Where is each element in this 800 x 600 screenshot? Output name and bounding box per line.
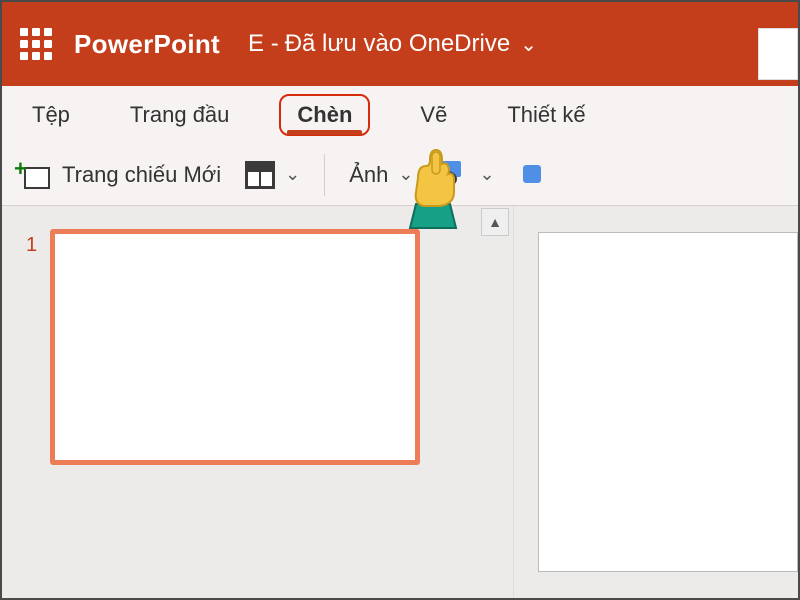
tab-design[interactable]: Thiết kế (497, 94, 595, 136)
chevron-down-icon: ⌄ (398, 164, 413, 185)
slide-thumbnail[interactable] (51, 230, 419, 464)
ribbon-toolbar: + Trang chiếu Mới ⌄ Ảnh ⌄ ⌄ (2, 144, 798, 206)
addins-icon (519, 161, 547, 189)
tab-home[interactable]: Trang đầu (120, 94, 239, 136)
share-button-partial[interactable] (758, 28, 798, 80)
shapes-icon (437, 161, 469, 189)
app-name: PowerPoint (74, 29, 220, 60)
scrollbar-up-button[interactable]: ▲ (481, 208, 509, 236)
new-slide-button[interactable]: + Trang chiếu Mới (18, 161, 221, 189)
slide-number: 1 (26, 234, 37, 464)
pictures-label: Ảnh (349, 162, 388, 188)
slide-thumbnail-row[interactable]: 1 (26, 230, 483, 464)
tab-file[interactable]: Tệp (22, 94, 80, 136)
doc-prefix: E - (248, 30, 279, 58)
new-slide-label: Trang chiếu Mới (62, 162, 221, 188)
slide-canvas[interactable] (538, 232, 798, 572)
shapes-button[interactable]: ⌄ (437, 161, 494, 189)
slide-canvas-area (514, 206, 798, 598)
chevron-down-icon: ⌄ (479, 164, 494, 185)
toolbar-divider (324, 154, 325, 196)
slide-thumbnail-panel: ▲ 1 (2, 206, 514, 598)
tab-draw[interactable]: Vẽ (410, 94, 457, 136)
addins-button[interactable] (519, 161, 547, 189)
table-button[interactable]: ⌄ (245, 161, 300, 189)
tab-insert[interactable]: Chèn (279, 94, 370, 136)
pictures-button[interactable]: Ảnh ⌄ (349, 162, 413, 188)
workspace: ▲ 1 (2, 206, 798, 598)
chevron-down-icon[interactable]: ⌄ (520, 32, 537, 57)
new-slide-icon: + (18, 161, 50, 189)
ribbon-tabs: Tệp Trang đầu Chèn Vẽ Thiết kế (2, 86, 798, 144)
document-save-status[interactable]: E - Đã lưu vào OneDrive ⌄ (248, 30, 537, 58)
table-icon (245, 161, 275, 189)
titlebar: PowerPoint E - Đã lưu vào OneDrive ⌄ (2, 2, 798, 86)
save-status-text: Đã lưu vào OneDrive (285, 30, 511, 58)
app-launcher-icon[interactable] (20, 28, 52, 60)
chevron-down-icon: ⌄ (285, 164, 300, 185)
